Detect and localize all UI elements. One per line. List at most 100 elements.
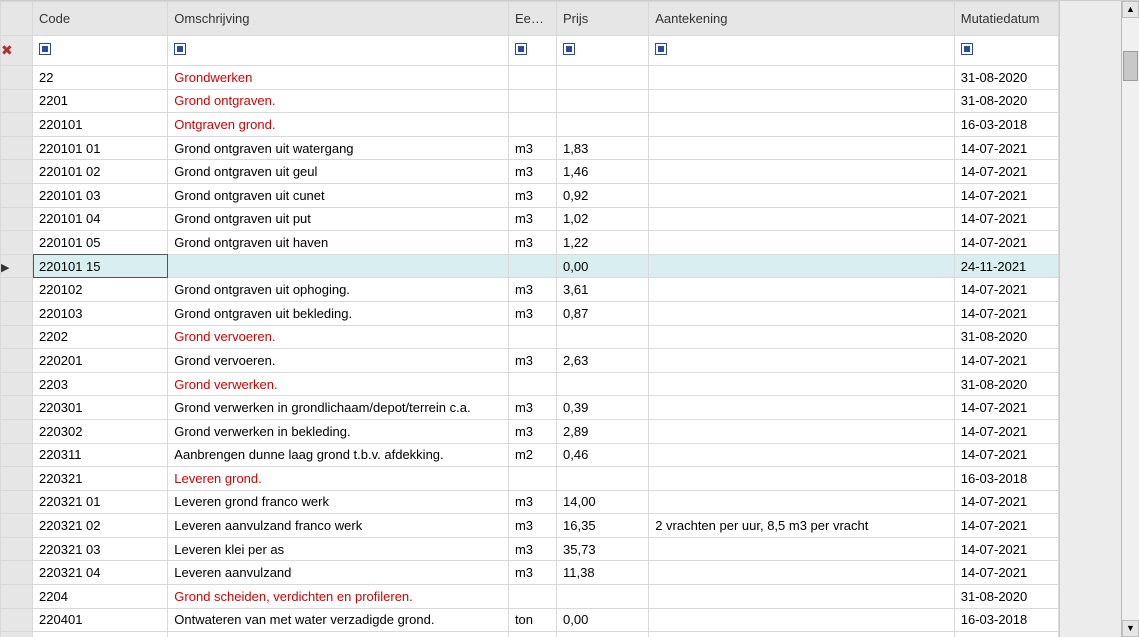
cell-note[interactable] [649, 585, 955, 609]
cell-code[interactable]: 220321 01 [33, 490, 168, 514]
row-indicator[interactable] [1, 113, 33, 137]
table-row[interactable]: 2204Grond scheiden, verdichten en profil… [1, 585, 1059, 609]
cell-description[interactable]: Leveren klei per as [168, 537, 509, 561]
cell-date[interactable]: 14-07-2021 [954, 443, 1058, 467]
table-row[interactable]: 220101 01Grond ontgraven uit watergangm3… [1, 136, 1059, 160]
cell-description[interactable]: Leveren grond franco werk [168, 490, 509, 514]
clear-filters-button[interactable]: ✖ [1, 36, 33, 66]
cell-date[interactable]: 31-08-2020 [954, 66, 1058, 90]
table-row[interactable]: 220101 05Grond ontgraven uit havenm31,22… [1, 231, 1059, 255]
cell-price[interactable]: 16,35 [557, 514, 649, 538]
table-row[interactable]: 220321 02Leveren aanvulzand franco werkm… [1, 514, 1059, 538]
table-row[interactable]: 220101 04Grond ontgraven uit putm31,0214… [1, 207, 1059, 231]
cell-date[interactable]: 14-07-2021 [954, 278, 1058, 302]
cell-note[interactable] [649, 325, 955, 349]
row-indicator[interactable] [1, 136, 33, 160]
cell-date[interactable]: 31-08-2020 [954, 372, 1058, 396]
header-date[interactable]: Mutatiedatum [954, 2, 1058, 36]
cell-note[interactable] [649, 608, 955, 632]
cell-unit[interactable] [508, 585, 556, 609]
cell-note[interactable] [649, 113, 955, 137]
filter-note[interactable] [649, 36, 955, 66]
cell-description[interactable] [168, 254, 509, 278]
cell-price[interactable] [557, 585, 649, 609]
cell-note[interactable] [649, 396, 955, 420]
row-indicator[interactable] [1, 66, 33, 90]
cell-unit[interactable]: m3 [508, 349, 556, 373]
cell-note[interactable] [649, 89, 955, 113]
cell-note[interactable] [649, 561, 955, 585]
cell-price[interactable] [557, 113, 649, 137]
table-row[interactable]: ▶220101 150,0024-11-2021 [1, 254, 1059, 278]
cell-unit[interactable]: m3 [508, 396, 556, 420]
cell-unit[interactable]: m3 [508, 419, 556, 443]
scroll-up-button[interactable]: ▲ [1122, 1, 1139, 18]
table-row[interactable]: 220401Ontwateren van met water verzadigd… [1, 608, 1059, 632]
cell-code[interactable]: 220101 [33, 113, 168, 137]
cell-unit[interactable]: m3 [508, 183, 556, 207]
cell-price[interactable]: 0,92 [557, 183, 649, 207]
cell-price[interactable]: 35,73 [557, 537, 649, 561]
scroll-down-button[interactable]: ▼ [1122, 620, 1139, 637]
cell-note[interactable] [649, 467, 955, 491]
cell-note[interactable] [649, 278, 955, 302]
cell-price[interactable]: 1,22 [557, 231, 649, 255]
cell-date[interactable]: 31-08-2020 [954, 325, 1058, 349]
cell-date[interactable]: 14-07-2021 [954, 632, 1058, 637]
row-indicator[interactable] [1, 537, 33, 561]
cell-date[interactable]: 16-03-2018 [954, 608, 1058, 632]
cell-unit[interactable] [508, 325, 556, 349]
row-indicator[interactable] [1, 419, 33, 443]
cell-date[interactable]: 14-07-2021 [954, 490, 1058, 514]
cell-description[interactable]: Grondwerken [168, 66, 509, 90]
cell-code[interactable]: 220103 [33, 301, 168, 325]
cell-code[interactable]: 220311 [33, 443, 168, 467]
filter-price[interactable] [557, 36, 649, 66]
cell-unit[interactable]: ton [508, 608, 556, 632]
table-row[interactable]: 220311Aanbrengen dunne laag grond t.b.v.… [1, 443, 1059, 467]
cell-note[interactable] [649, 183, 955, 207]
cell-description[interactable]: Grond ontgraven. [168, 89, 509, 113]
cell-unit[interactable]: m3 [508, 561, 556, 585]
cell-code[interactable]: 220101 03 [33, 183, 168, 207]
row-indicator[interactable] [1, 561, 33, 585]
cell-price[interactable] [557, 325, 649, 349]
header-code[interactable]: Code [33, 2, 168, 36]
cell-price[interactable]: 0,00 [557, 608, 649, 632]
cell-note[interactable] [649, 254, 955, 278]
row-indicator[interactable] [1, 231, 33, 255]
table-row[interactable]: 22Grondwerken 31-08-2020 [1, 66, 1059, 90]
table-row[interactable]: 2202Grond vervoeren.31-08-2020 [1, 325, 1059, 349]
cell-date[interactable]: 14-07-2021 [954, 231, 1058, 255]
cell-price[interactable]: 3,61 [557, 278, 649, 302]
cell-note[interactable] [649, 231, 955, 255]
cell-unit[interactable]: m3 [508, 231, 556, 255]
cell-price[interactable] [557, 89, 649, 113]
cell-code[interactable]: 22 [33, 66, 168, 90]
cell-code[interactable]: 220101 01 [33, 136, 168, 160]
cell-unit[interactable]: m3 [508, 207, 556, 231]
cell-unit[interactable]: m3 [508, 301, 556, 325]
cell-code[interactable]: 2203 [33, 372, 168, 396]
cell-price[interactable] [557, 372, 649, 396]
cell-note[interactable] [649, 301, 955, 325]
cell-price[interactable]: 2,89 [557, 419, 649, 443]
table-row[interactable]: 220321 04Leveren aanvulzandm311,3814-07-… [1, 561, 1059, 585]
cell-unit[interactable] [508, 66, 556, 90]
cell-code[interactable]: 220321 03 [33, 537, 168, 561]
cell-description[interactable]: Ontgraven grond. [168, 113, 509, 137]
data-grid[interactable]: Code Omschrijving Eenheid Prijs Aanteken… [0, 1, 1060, 637]
cell-code[interactable]: 220321 04 [33, 561, 168, 585]
cell-description[interactable]: Aanbrengen dunne laag grond t.b.v. afdek… [168, 443, 509, 467]
table-row[interactable]: 220201Grond vervoeren.m32,6314-07-2021 [1, 349, 1059, 373]
cell-description[interactable]: Grond ontgraven uit bekleding. [168, 301, 509, 325]
cell-date[interactable]: 14-07-2021 [954, 396, 1058, 420]
cell-code[interactable]: 220321 02 [33, 514, 168, 538]
table-row[interactable]: 220301Grond verwerken in grondlichaam/de… [1, 396, 1059, 420]
cell-price[interactable]: 11,38 [557, 561, 649, 585]
header-indicator[interactable] [1, 2, 33, 36]
row-indicator[interactable] [1, 608, 33, 632]
cell-price[interactable]: 0,39 [557, 396, 649, 420]
cell-code[interactable]: 220201 [33, 349, 168, 373]
filter-code[interactable] [33, 36, 168, 66]
